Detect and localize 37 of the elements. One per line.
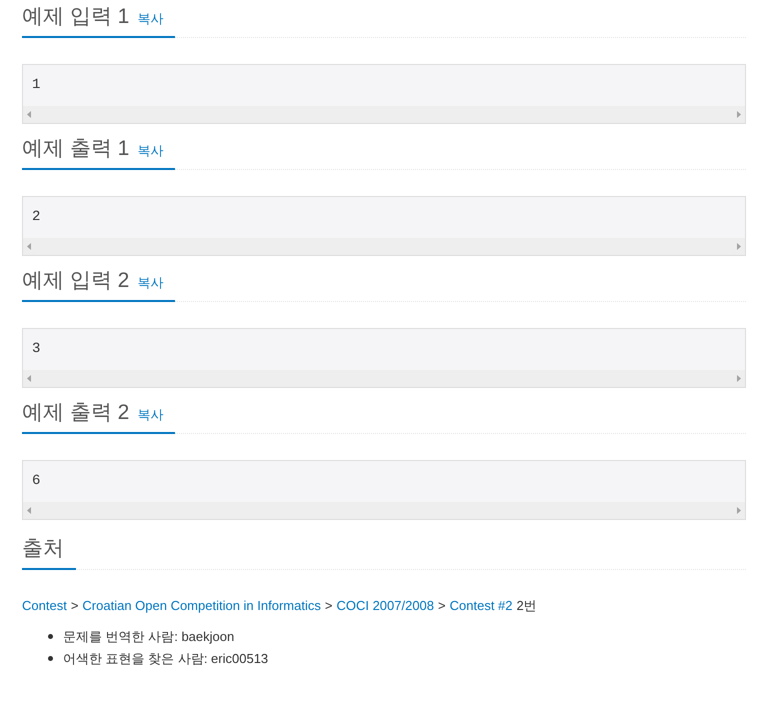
bullet-icon (48, 634, 53, 639)
section-title: 출처 (22, 536, 64, 562)
section-title: 예제 출력 1 (22, 136, 130, 162)
credit-text: 문제를 번역한 사람: baekjoon (63, 628, 234, 646)
breadcrumb-separator: > (438, 597, 446, 615)
copy-link[interactable]: 복사 (137, 9, 176, 28)
breadcrumb-link[interactable]: Contest (22, 596, 67, 616)
breadcrumb-link[interactable]: Contest #2 (450, 596, 512, 616)
scroll-left-icon[interactable] (27, 243, 31, 250)
copy-link[interactable]: 복사 (137, 273, 176, 292)
scroll-left-icon[interactable] (27, 111, 31, 118)
credit-text: 어색한 표현을 찾은 사람: eric00513 (63, 650, 268, 668)
breadcrumb-link[interactable]: Croatian Open Competition in Informatics (82, 596, 321, 616)
horizontal-scrollbar[interactable] (23, 502, 745, 519)
copy-link[interactable]: 복사 (137, 405, 176, 424)
scroll-right-icon[interactable] (737, 507, 741, 514)
scroll-left-icon[interactable] (27, 375, 31, 382)
copy-link[interactable]: 복사 (137, 141, 176, 160)
breadcrumb-separator: > (324, 597, 332, 615)
sample-text: 2 (32, 208, 40, 227)
section-title: 예제 입력 2 (22, 268, 130, 294)
bullet-icon (48, 656, 53, 661)
breadcrumb-link[interactable]: COCI 2007/2008 (336, 596, 434, 616)
scroll-right-icon[interactable] (737, 111, 741, 118)
sample-text: 6 (32, 472, 40, 491)
scroll-right-icon[interactable] (737, 243, 741, 250)
horizontal-scrollbar[interactable] (23, 106, 745, 123)
breadcrumb-separator: > (70, 597, 78, 615)
horizontal-scrollbar[interactable] (23, 370, 745, 387)
scroll-left-icon[interactable] (27, 507, 31, 514)
section-title: 예제 입력 1 (22, 4, 130, 30)
sample-text: 1 (32, 76, 40, 95)
horizontal-scrollbar[interactable] (23, 238, 745, 255)
sample-text: 3 (32, 340, 40, 359)
scroll-right-icon[interactable] (737, 375, 741, 382)
section-title: 예제 출력 2 (22, 400, 130, 426)
problem-number: 2번 (516, 597, 537, 615)
